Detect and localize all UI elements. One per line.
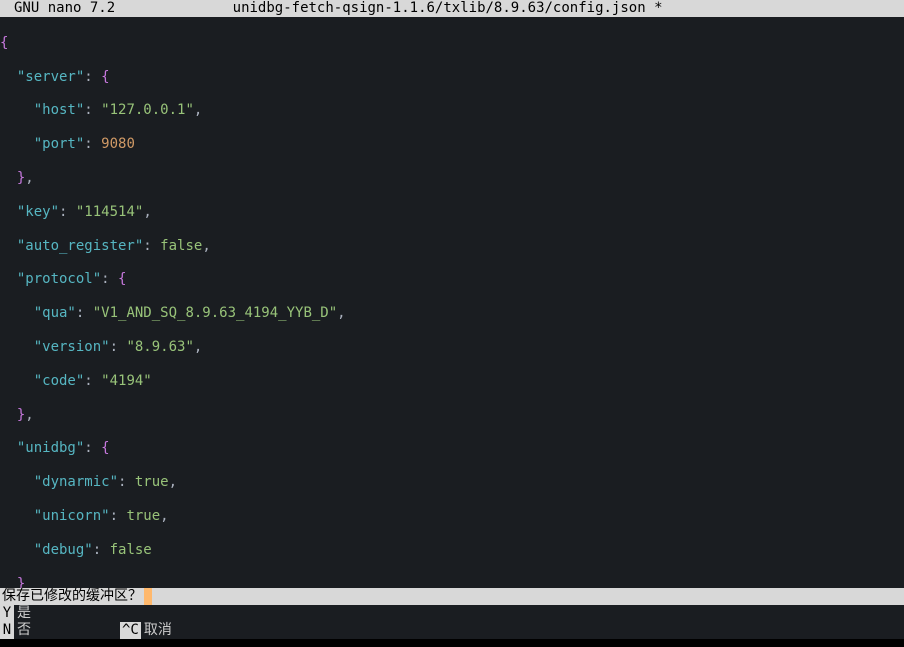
prompt-text: 保存已修改的缓冲区？ [0, 588, 144, 605]
key-unicorn: "unicorn" [34, 508, 110, 524]
key-dynarmic: "dynarmic" [34, 474, 118, 490]
shortcut-no-label: 否 [14, 622, 35, 639]
footer: 保存已修改的缓冲区？ Y 是 N 否 ^C 取消 [0, 588, 904, 647]
key-host: "host" [34, 102, 85, 118]
shortcut-cancel-label: 取消 [141, 622, 176, 639]
shortcut-row-2: N 否 ^C 取消 [0, 622, 904, 639]
shortcut-cancel-key: ^C [120, 622, 141, 639]
val-version: "8.9.63" [126, 339, 193, 355]
save-prompt: 保存已修改的缓冲区？ [0, 588, 904, 605]
editor-content[interactable]: { "server": { "host": "127.0.0.1", "port… [0, 17, 904, 644]
app-name: GNU nano 7.2 [4, 0, 115, 17]
key-protocol: "protocol" [17, 271, 101, 287]
shortcut-cancel[interactable]: ^C 取消 [120, 622, 176, 639]
val-code: "4194" [101, 373, 152, 389]
val-dynarmic: true [135, 474, 169, 490]
shortcut-no[interactable]: N 否 [0, 622, 35, 639]
titlebar: GNU nano 7.2 unidbg-fetch-qsign-1.1.6/tx… [0, 0, 904, 17]
val-unicorn: true [126, 508, 160, 524]
shortcut-no-key: N [0, 622, 14, 639]
shortcut-yes[interactable]: Y 是 [0, 605, 35, 622]
key-qua: "qua" [34, 305, 76, 321]
key-auto-register: "auto_register" [17, 238, 143, 254]
shortcut-row-1: Y 是 [0, 605, 904, 622]
val-key: "114514" [76, 204, 143, 220]
key-port: "port" [34, 136, 85, 152]
key-code: "code" [34, 373, 85, 389]
val-qua: "V1_AND_SQ_8.9.63_4194_YYB_D" [93, 305, 337, 321]
cursor-icon [144, 588, 152, 605]
shortcut-yes-key: Y [0, 605, 14, 622]
key-debug: "debug" [34, 542, 93, 558]
key-unidbg: "unidbg" [17, 440, 84, 456]
val-auto-register: false [160, 238, 202, 254]
key-server: "server" [17, 69, 84, 85]
val-port: 9080 [101, 136, 135, 152]
val-debug: false [110, 542, 152, 558]
shortcut-yes-label: 是 [14, 605, 35, 622]
key-key: "key" [17, 204, 59, 220]
filename: unidbg-fetch-qsign-1.1.6/txlib/8.9.63/co… [115, 0, 780, 17]
key-version: "version" [34, 339, 110, 355]
val-host: "127.0.0.1" [101, 102, 194, 118]
